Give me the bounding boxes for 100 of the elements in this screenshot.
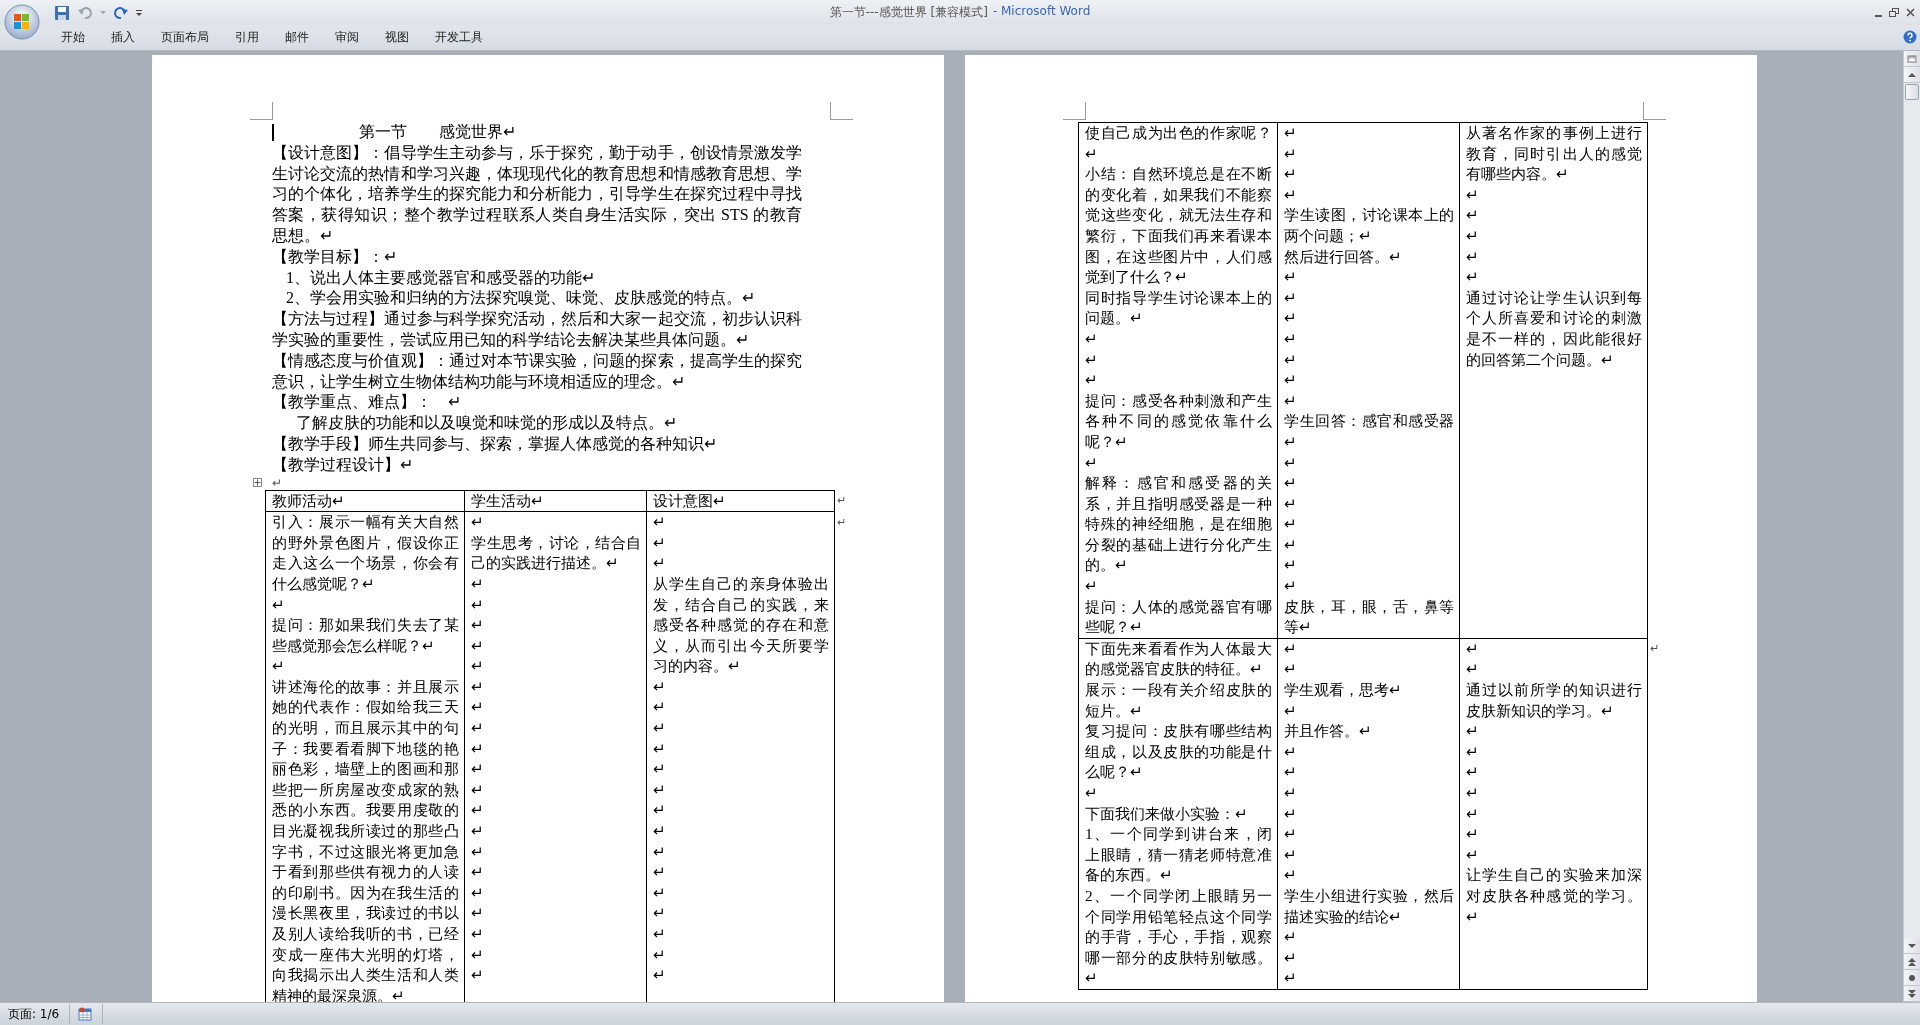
cell-text: ↵ xyxy=(1466,638,1480,659)
ruler-icon xyxy=(1907,53,1917,64)
cell-text: ↵ xyxy=(1466,225,1480,246)
scroll-thumb[interactable] xyxy=(1905,84,1919,100)
cell-text: ↵ xyxy=(1085,328,1099,349)
paragraph: 【教学手段】师生共同参与、探索，掌握人体感觉的各种知识↵ xyxy=(272,433,718,454)
browse-object-button[interactable] xyxy=(1904,970,1920,986)
row-end-mark: ↵ xyxy=(1650,642,1659,655)
cell-text: ↵ xyxy=(471,821,485,842)
ribbon-tab[interactable]: 页面布局 xyxy=(148,26,222,49)
cell-text: ↵ xyxy=(653,800,667,821)
cell-text: ↵ xyxy=(653,718,667,739)
ribbon-tab[interactable]: 审阅 xyxy=(322,26,372,49)
cell-text: ↵ xyxy=(1284,452,1298,473)
restore-icon xyxy=(1889,8,1899,17)
cell-text: ↵ xyxy=(1284,267,1298,288)
cell-text: 使自己成为出色的作家呢？↵ xyxy=(1085,123,1272,164)
cell-text: ↵ xyxy=(471,656,485,677)
close-button[interactable] xyxy=(1904,8,1917,17)
ribbon-tab[interactable]: 开始 xyxy=(48,26,98,49)
cell-text: ↵ xyxy=(1284,143,1298,164)
cell-text: ↵ xyxy=(471,718,485,739)
cell-text: ↵ xyxy=(471,965,485,986)
cell-text: ↵ xyxy=(653,944,667,965)
paragraph: 【教学目标】：↵ xyxy=(272,246,398,267)
cell-text: ↵ xyxy=(653,553,667,574)
cell-text: ↵ xyxy=(1085,349,1099,370)
cell-text: ↵ xyxy=(1284,783,1298,803)
cell-text: ↵ xyxy=(653,882,667,903)
cell-text: ↵ xyxy=(1284,164,1298,185)
save-button[interactable] xyxy=(53,3,71,22)
cell-text: ↵ xyxy=(1466,246,1480,267)
scroll-up-button[interactable] xyxy=(1904,67,1920,83)
cell-text: ↵ xyxy=(471,882,485,903)
cell-text: ↵ xyxy=(1466,659,1480,680)
cell-text: ↵ xyxy=(653,759,667,780)
customize-button[interactable] xyxy=(135,8,143,17)
ribbon-tab[interactable]: 开发工具 xyxy=(422,26,496,49)
ruler-toggle-button[interactable] xyxy=(1904,51,1920,67)
move-handle-icon xyxy=(253,477,262,487)
next-page-button[interactable] xyxy=(1904,986,1920,1002)
cell-text: ↵ xyxy=(272,656,286,677)
help-button[interactable] xyxy=(1903,30,1917,44)
cell-text: ↵ xyxy=(1466,783,1480,803)
paragraph: 了解皮肤的功能和以及嗅觉和味觉的形成以及特点。↵ xyxy=(295,413,678,434)
cell-text: 让学生自己的实验来加深对皮肤各种感觉的学习。↵ xyxy=(1466,865,1642,927)
cell-text: 设计意图↵ xyxy=(653,490,727,511)
cell-text: ↵ xyxy=(1284,534,1298,555)
cell-text: 通过以前所学的知识进行皮肤新知识的学习。↵ xyxy=(1466,680,1642,721)
sheet-icon xyxy=(78,1007,93,1021)
undo-icon xyxy=(77,4,93,21)
paragraph-mark: ↵ xyxy=(272,475,283,490)
app-name: - Microsoft Word xyxy=(992,4,1091,20)
cell-text: ↵ xyxy=(653,841,667,862)
cell-text: 通过讨论让学生认识到每个人所喜爱和讨论的刺激是不一样的，因此能很好的回答第二个问题。↵ xyxy=(1466,287,1642,370)
cell-text: 展示：一段有关介绍皮肤的短片。↵ xyxy=(1085,680,1272,721)
cell-text: ↵ xyxy=(1284,741,1298,762)
ribbon-tab[interactable]: 引用 xyxy=(222,26,272,49)
cell-text: ↵ xyxy=(653,697,667,718)
cell-text: 学生观看，思考↵ xyxy=(1284,680,1403,701)
cell-text: ↵ xyxy=(1284,555,1298,576)
ribbon-tab[interactable]: 视图 xyxy=(372,26,422,49)
double-down-arrow-icon xyxy=(1907,988,1917,999)
cell-text: ↵ xyxy=(1284,927,1298,948)
cell-text: ↵ xyxy=(272,594,286,615)
paragraph: 1、说出人体主要感觉器官和感受器的功能↵ xyxy=(285,267,596,288)
paragraph: 【设计意图】：倡导学生主动参与，乐于探究，勤于动手，创设情景激发学生讨论交流的热情和学习兴趣，体现现代化的教育思想和情感教育思想、学习的个体化，培养学生的探究能力和分析能力，引导学生在探究过程中寻找答案，获得知识；整个教学过程联系人类自身生活实际，突出 STS 的教育思想。↵ xyxy=(272,142,802,246)
row-end-mark: ↵ xyxy=(837,494,846,507)
crop-mark xyxy=(1063,102,1086,120)
cell-text: 学生小组进行实验，然后描述实验的结论↵ xyxy=(1284,885,1454,927)
cell-text: ↵ xyxy=(1284,370,1298,391)
cell-text: ↵ xyxy=(1466,184,1480,205)
ribbon-tab[interactable]: 邮件 xyxy=(272,26,322,49)
cell-text: ↵ xyxy=(471,924,485,944)
cell-text: ↵ xyxy=(1466,762,1480,783)
crop-mark xyxy=(830,102,853,120)
text-cursor xyxy=(272,123,274,141)
cell-text: ↵ xyxy=(653,821,667,842)
paragraph: 【教学过程设计】↵ xyxy=(272,454,414,475)
paragraph: 【教学重点、难点】： ↵ xyxy=(272,392,462,413)
window-title: 第一节---感觉世界 [兼容模式] xyxy=(829,4,988,21)
cell-text: 皮肤，耳，眼，舌，鼻等等↵ xyxy=(1284,596,1454,638)
cell-text: ↵ xyxy=(1284,390,1298,411)
previous-page-button[interactable] xyxy=(1904,954,1920,970)
cell-text: ↵ xyxy=(471,779,485,800)
cell-text: ↵ xyxy=(653,924,667,944)
cell-text: 下面先来看看作为人体最大的感觉器官皮肤的特征。↵ xyxy=(1085,638,1272,680)
scroll-down-button[interactable] xyxy=(1904,938,1920,954)
cell-text: ↵ xyxy=(1284,803,1298,824)
cell-text: ↵ xyxy=(471,903,485,924)
cell-text: ↵ xyxy=(1284,844,1298,865)
cell-text: ↵ xyxy=(471,800,485,821)
cell-text: 引入：展示一幅有关大自然的野外景色图片，假设你正走入这么一个场景，你会有什么感觉呢？↵ xyxy=(272,512,459,594)
cell-text: ↵ xyxy=(1466,267,1480,288)
ribbon-tab[interactable]: 插入 xyxy=(98,26,148,49)
restore-button[interactable] xyxy=(1887,8,1901,17)
cell-text: ↵ xyxy=(1284,659,1298,680)
cell-text: ↵ xyxy=(1284,308,1298,329)
cell-text: 解释：感官和感受器的关系，并且指明感受器是一种特殊的神经细胞，是在细胞分裂的基础上进行分化产生的。↵ xyxy=(1085,473,1272,576)
double-up-arrow-icon xyxy=(1907,956,1917,967)
